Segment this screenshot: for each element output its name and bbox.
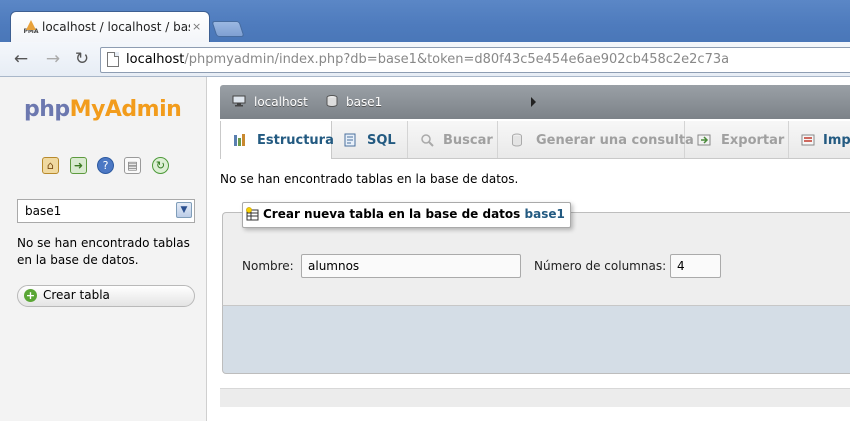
browser-toolbar: ← → ↻ localhost/phpmyadmin/index.php?db=… [0,42,850,77]
create-table-label: Crear tabla [43,288,110,302]
address-bar[interactable]: localhost/phpmyadmin/index.php?db=base1&… [100,47,850,73]
navigation-panel: phpMyAdmin ⌂ ➜ ? ▤ ↻ base1 ▼ No se han e… [0,77,207,421]
create-table-actions [222,305,850,374]
columns-count-label: Número de columnas: [534,259,667,273]
no-tables-notice: No se han encontrado tablas en la base d… [220,172,519,186]
export-icon [697,134,711,146]
tab-estructura[interactable]: Estructura [220,121,334,159]
tab-close-icon[interactable]: × [192,20,201,33]
database-tabs: Estructura SQL Buscar Generar una consul… [220,121,850,159]
chevron-down-icon[interactable]: ▼ [176,202,192,218]
tab-generar-consulta[interactable]: Generar una consulta [498,121,694,158]
browser-titlebar: PMA localhost / localhost / base1 | × [0,0,850,43]
create-table-legend: Crear nueva tabla en la base de datos ba… [242,202,571,228]
database-select-value: base1 [25,204,62,218]
no-tables-message: No se han encontrado tablas en la base d… [17,236,190,267]
new-table-icon [246,207,259,221]
tab-importar[interactable]: Imp [789,121,850,158]
legend-title: Crear nueva tabla en la base de datos [263,207,521,221]
home-icon[interactable]: ⌂ [42,157,59,174]
server-icon [232,95,246,107]
reload-icon[interactable]: ↻ [152,157,169,174]
table-name-input[interactable] [301,254,521,278]
import-icon [801,134,815,146]
reload-button[interactable]: ↻ [72,49,92,69]
pma-favicon-icon: PMA [23,20,39,36]
back-button[interactable]: ← [11,49,31,69]
tab-title: localhost / localhost / base1 | [42,20,190,34]
columns-count-input[interactable] [670,254,721,278]
structure-icon [234,134,245,146]
forward-button[interactable]: → [43,49,63,69]
tab-exportar[interactable]: Exportar [685,121,789,158]
page-icon [107,52,119,67]
tab-buscar[interactable]: Buscar [408,121,498,158]
new-tab-button[interactable] [211,21,245,37]
query-icon [512,133,522,147]
create-table-button[interactable]: + Crear tabla [17,285,195,307]
table-name-label: Nombre: [242,259,294,273]
sql-icon [344,133,356,147]
phpmyadmin-logo[interactable]: phpMyAdmin [24,97,182,122]
breadcrumb-server[interactable]: localhost [254,95,308,109]
breadcrumb-database[interactable]: base1 [346,95,382,109]
breadcrumb-separator-icon [531,97,536,107]
database-icon [326,95,338,107]
tab-sql[interactable]: SQL [331,121,408,158]
add-icon: + [24,289,37,302]
page-footer-bar [220,388,850,407]
database-select[interactable]: base1 ▼ [17,199,195,223]
logout-icon[interactable]: ➜ [70,157,87,174]
url-text: localhost/phpmyadmin/index.php?db=base1&… [126,52,730,67]
legend-database-link[interactable]: base1 [525,207,565,221]
help-icon[interactable]: ? [97,157,114,174]
search-icon [421,134,434,147]
docs-icon[interactable]: ▤ [124,157,141,174]
breadcrumb: localhost base1 [220,85,850,119]
browser-tab[interactable]: PMA localhost / localhost / base1 | × [10,11,210,43]
